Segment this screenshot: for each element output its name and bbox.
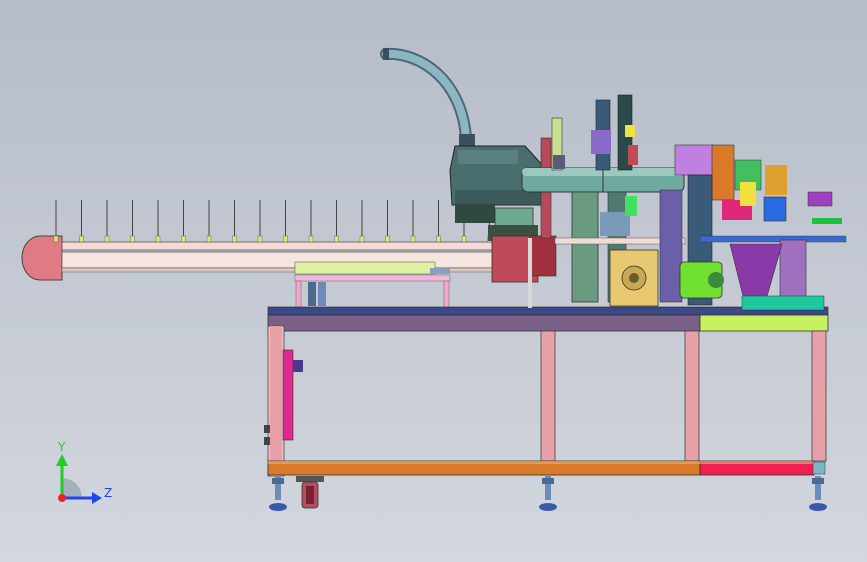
conveyor-end-cap [21, 235, 63, 281]
frame-top-beam-right [699, 314, 829, 332]
y-axis-label: Y [57, 440, 66, 454]
conveyor-support [294, 261, 451, 309]
conveyor-pin-holder [53, 235, 59, 243]
conveyor-pin-holder [181, 235, 186, 243]
assembly-station-right [674, 144, 847, 311]
conveyor-pin-holder [385, 235, 390, 243]
conveyor-pin-holder [104, 235, 110, 243]
cad-viewport[interactable]: Y Z [0, 0, 867, 562]
coordinate-triad-icon: Y Z [56, 440, 112, 504]
robot-unit [380, 47, 546, 241]
robot-flange [494, 207, 534, 227]
conveyor-pin-holder [232, 235, 237, 243]
conveyor-pin-holder [308, 235, 314, 243]
frame-mid-leg-2 [684, 330, 700, 462]
conveyor-pin-holder [461, 235, 467, 243]
conveyor-pin-holder [334, 235, 339, 243]
conveyor-pin-holder [410, 235, 416, 243]
conveyor-pin-holder [283, 235, 288, 243]
foot-middle [539, 476, 557, 511]
foot-left [269, 476, 287, 511]
frame-top-beam [267, 314, 701, 332]
frame-mid-leg-1 [540, 330, 556, 462]
conveyor-pins [53, 200, 492, 243]
conveyor-pin-holder [257, 235, 263, 243]
conveyor-pin-holder [79, 235, 84, 243]
assembly-machine-model[interactable] [21, 47, 847, 511]
conveyor-pin-holder [359, 235, 365, 243]
caster-wheel [296, 476, 324, 509]
vibratory-bowl-feeder [729, 243, 783, 301]
frame-right-leg [811, 330, 827, 462]
conveyor-pin-holder [130, 235, 135, 243]
conveyor-pin-holder [155, 235, 161, 243]
frame [264, 306, 829, 477]
conveyor-pin-holder [206, 235, 212, 243]
conveyor-upper-rail [61, 241, 533, 251]
z-axis-label: Z [104, 486, 112, 500]
electrical-panel [282, 349, 294, 441]
conveyor-pin-holder [436, 235, 441, 243]
